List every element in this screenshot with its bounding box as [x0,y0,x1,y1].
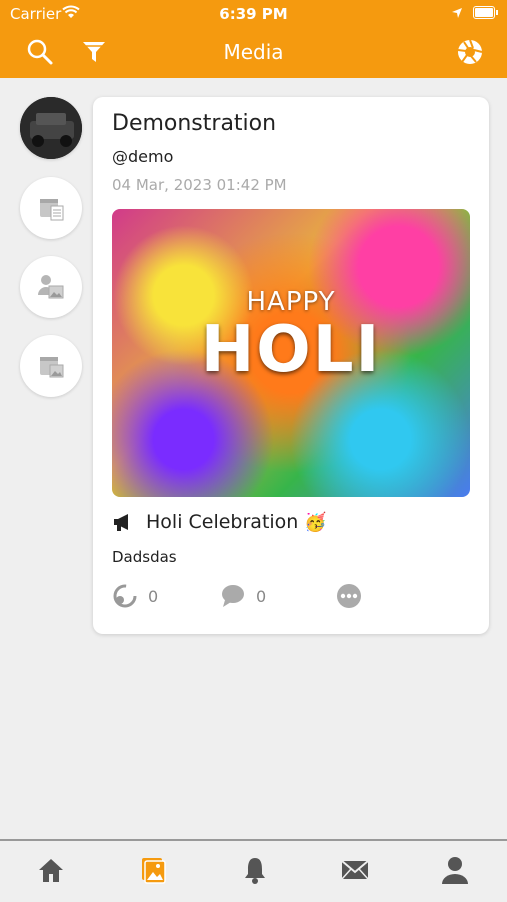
comment-icon [222,585,244,607]
tab-home[interactable] [36,855,66,885]
home-icon [39,859,63,882]
image-text-holi: HOLI [200,313,382,387]
like-count: 0 [148,586,159,606]
post-title: Holi Celebration [146,511,299,533]
status-bar: Carrier 6:39 PM [0,0,507,28]
author-name[interactable]: Demonstration [112,111,276,136]
avatar[interactable] [20,97,82,159]
tab-bar [0,839,507,902]
calendar-image-icon[interactable] [20,335,82,397]
profile-icon [442,857,468,884]
like-spinner-icon [113,584,137,608]
post-image[interactable]: HAPPY HOLI [112,209,470,497]
media-icon [142,858,166,884]
user-image-icon[interactable] [20,256,82,318]
tab-notifications[interactable] [240,855,270,885]
bell-icon [245,858,265,884]
battery-icon [473,6,498,19]
comment-button[interactable]: 0 [220,583,266,609]
post-actions: 0 0 [112,583,472,613]
tab-media[interactable] [138,855,168,885]
status-time: 6:39 PM [219,5,288,23]
page-title: Media [223,40,284,64]
mail-icon [341,860,369,880]
location-icon [451,5,463,23]
tab-profile[interactable] [440,855,470,885]
more-options-icon [337,584,361,608]
nav-bar: Media [0,30,507,74]
post-date: 04 Mar, 2023 01:42 PM [112,176,287,194]
camera-shutter-icon[interactable] [456,38,484,66]
more-button[interactable] [336,583,372,609]
like-button[interactable]: 0 [112,583,158,609]
calendar-document-icon[interactable] [20,177,82,239]
post-title-row: Holi Celebration 🥳 [112,511,327,533]
post-card[interactable]: Demonstration @demo 04 Mar, 2023 01:42 P… [93,97,489,634]
megaphone-icon [112,511,134,533]
party-face-emoji: 🥳 [304,511,327,533]
tab-messages[interactable] [340,855,370,885]
author-handle: @demo [112,147,174,166]
top-bar: Carrier 6:39 PM Media [0,0,507,78]
post-caption: Dadsdas [112,548,177,566]
comment-count: 0 [256,586,267,606]
